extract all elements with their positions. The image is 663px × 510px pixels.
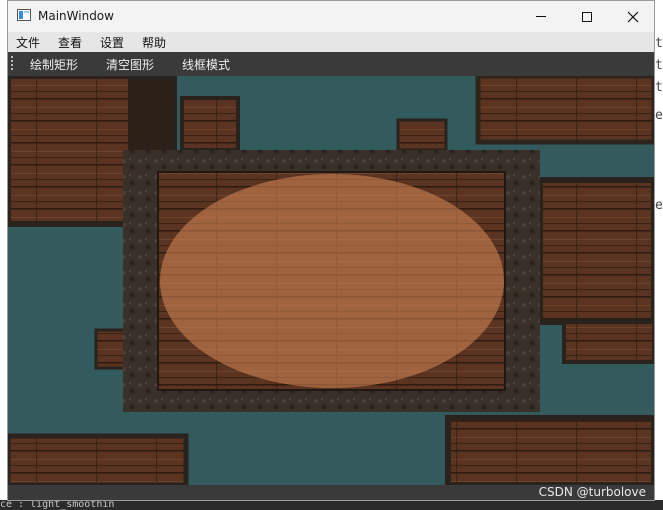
draw-rect-button[interactable]: 绘制矩形 [30, 56, 78, 73]
watermark-text: CSDN @turbolove [538, 485, 646, 499]
scene-canvas [8, 76, 654, 485]
editor-char: t [655, 36, 663, 51]
editor-char: t [655, 80, 663, 95]
crate-top-right [475, 76, 654, 145]
window-title: MainWindow [38, 9, 114, 23]
opengl-view[interactable] [8, 76, 654, 485]
close-button[interactable] [610, 1, 654, 32]
crate-right-lower [562, 320, 654, 364]
editor-char: t [655, 58, 663, 73]
menu-bar: 文件 查看 设置 帮助 [8, 32, 654, 52]
minimize-icon [536, 16, 546, 17]
editor-bottom-line: ce : light_smoothin [0, 500, 663, 510]
menu-help[interactable]: 帮助 [142, 34, 166, 51]
menu-file[interactable]: 文件 [16, 34, 40, 51]
crate-small-top [180, 96, 240, 152]
main-window: MainWindow 文件 查看 设置 帮助 绘制矩形 清空图形 线框模式 CS… [7, 0, 655, 501]
crate-tiny-top [396, 118, 448, 152]
toolbar-grip-handle[interactable] [11, 56, 13, 72]
wireframe-mode-button[interactable]: 线框模式 [182, 56, 230, 73]
clear-shapes-button[interactable]: 清空图形 [106, 56, 154, 73]
editor-char: e [655, 198, 663, 213]
app-icon [17, 9, 31, 21]
crate-bottom-left [8, 433, 189, 485]
minimize-button[interactable] [518, 1, 564, 32]
close-icon [627, 11, 639, 22]
menu-settings[interactable]: 设置 [100, 34, 124, 51]
editor-char: e [655, 108, 663, 123]
crate-right [537, 177, 654, 325]
drawn-ellipse [160, 174, 504, 388]
title-bar[interactable]: MainWindow [8, 1, 654, 32]
menu-view[interactable]: 查看 [58, 34, 82, 51]
maximize-icon [582, 11, 592, 22]
editor-bottom-text: ce : light_smoothin [0, 500, 115, 510]
crate-bottom-right [445, 415, 654, 485]
tool-bar: 绘制矩形 清空图形 线框模式 [8, 52, 654, 76]
maximize-button[interactable] [564, 1, 610, 32]
status-bar: CSDN @turbolove [8, 485, 654, 500]
